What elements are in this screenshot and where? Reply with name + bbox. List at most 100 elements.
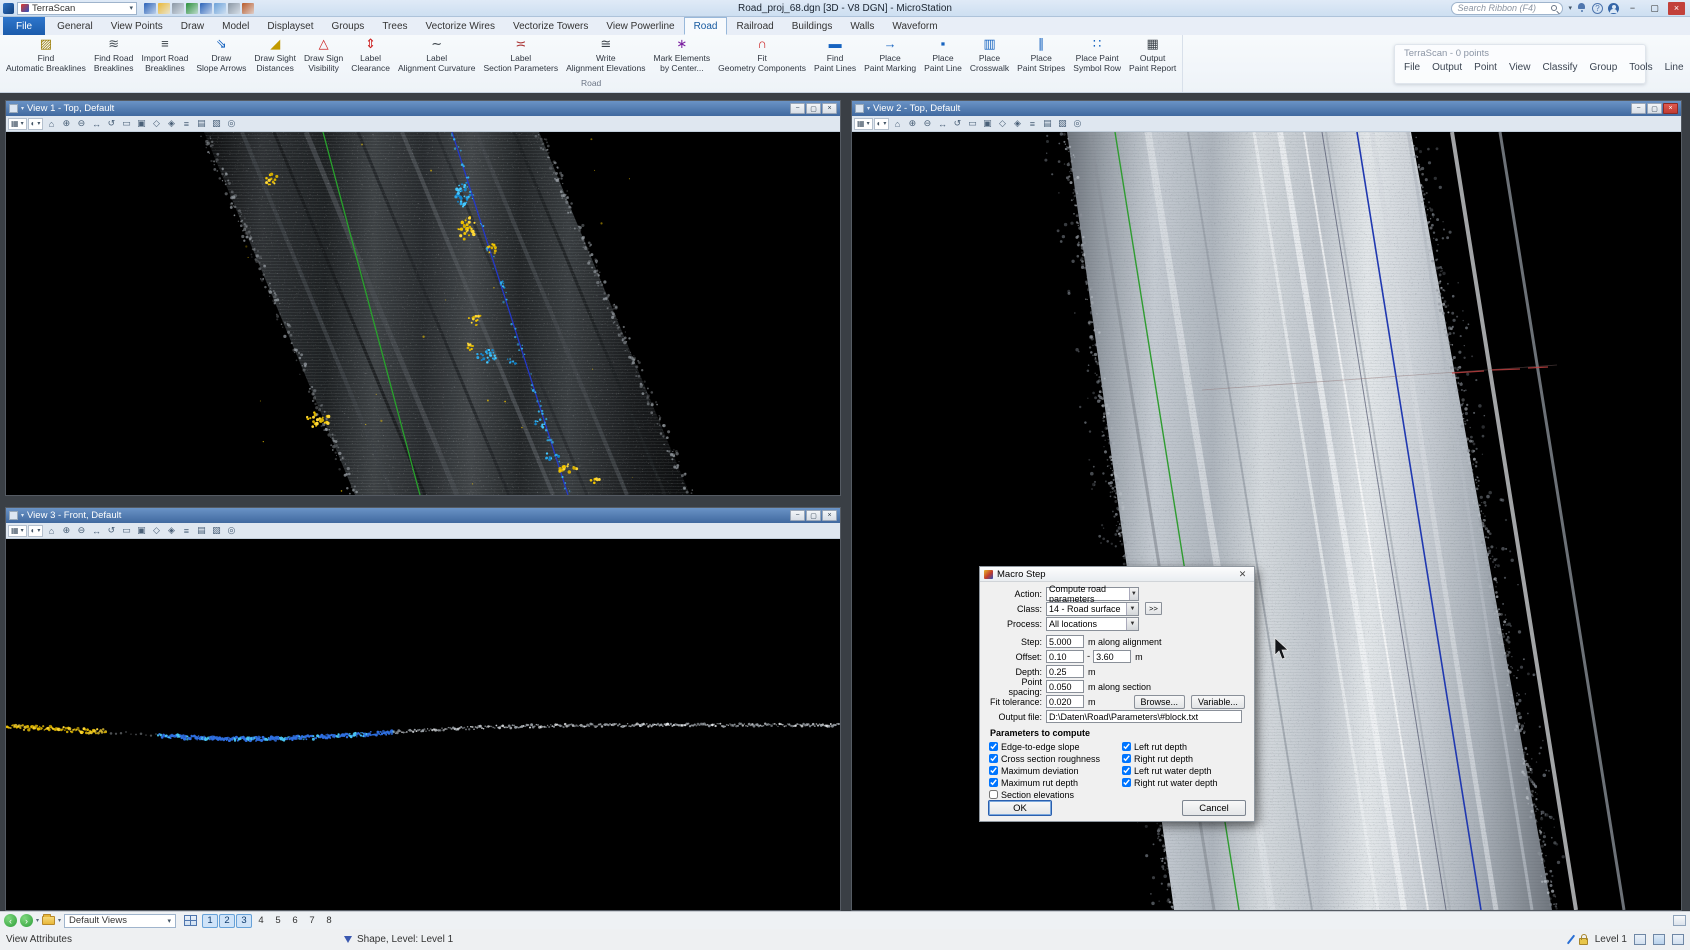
class-more-button[interactable]: >> — [1145, 602, 1162, 615]
view-close-button[interactable]: × — [822, 510, 837, 521]
tab-file[interactable]: File — [3, 17, 45, 35]
home-view-icon[interactable]: ⌂ — [44, 524, 58, 537]
home-view-icon[interactable]: ⌂ — [890, 117, 904, 130]
display-style-combo[interactable]: ◐▾ — [28, 118, 44, 130]
app-logo-icon[interactable] — [3, 3, 14, 14]
tab-road[interactable]: Road — [684, 17, 728, 35]
open-icon[interactable] — [158, 3, 170, 14]
view-attributes-combo[interactable]: ▦▾ — [854, 118, 873, 130]
clip-volume-icon[interactable]: ▧ — [209, 117, 223, 130]
point-spacing-input[interactable]: 0.050 — [1046, 680, 1084, 693]
offset-max-input[interactable]: 3.60 — [1093, 650, 1131, 663]
view-toggle-1[interactable]: 1 — [202, 914, 218, 928]
tab-waveform[interactable]: Waveform — [883, 17, 946, 35]
recent-icon[interactable] — [242, 3, 254, 14]
tool-output-paint-report[interactable]: ▦OutputPaint Report — [1125, 35, 1180, 81]
app-menu-combo[interactable]: TerraScan ▾ — [17, 2, 137, 15]
checkbox-left-rut-water-depth[interactable]: Left rut water depth — [1121, 765, 1218, 776]
dialog-close-icon[interactable]: ✕ — [1235, 569, 1250, 580]
camera-icon[interactable]: ◎ — [224, 524, 238, 537]
tab-draw[interactable]: Draw — [172, 17, 213, 35]
home-view-icon[interactable]: ⌂ — [44, 117, 58, 130]
tab-vectorize-towers[interactable]: Vectorize Towers — [504, 17, 597, 35]
tool-draw-sign-visibility[interactable]: △Draw SignVisibility — [300, 35, 347, 81]
view-menu-icon[interactable] — [9, 104, 18, 113]
status-grid-icon[interactable] — [1672, 934, 1684, 945]
view-toggle-8[interactable]: 8 — [321, 914, 337, 928]
pan-icon[interactable]: ↔ — [89, 524, 103, 537]
terrascan-menu-line[interactable]: Line — [1665, 62, 1684, 73]
view-minimize-button[interactable]: − — [1631, 103, 1646, 114]
checkbox-right-rut-depth[interactable]: Right rut depth — [1121, 753, 1218, 764]
tab-general[interactable]: General — [48, 17, 102, 35]
terrascan-menu-file[interactable]: File — [1404, 62, 1420, 73]
redo-icon[interactable] — [214, 3, 226, 14]
view2-canvas[interactable] — [852, 132, 1681, 910]
checkbox-cross-section-roughness[interactable]: Cross section roughness — [988, 753, 1121, 764]
tab-railroad[interactable]: Railroad — [727, 17, 782, 35]
tool-place-paint-stripes[interactable]: ∥PlacePaint Stripes — [1013, 35, 1069, 81]
checkbox-right-rut-water-depth[interactable]: Right rut water depth — [1121, 777, 1218, 788]
tool-draw-slope-arrows[interactable]: ⇘DrawSlope Arrows — [192, 35, 250, 81]
undo-icon[interactable] — [200, 3, 212, 14]
view-next-icon[interactable]: ◈ — [1010, 117, 1024, 130]
edit-icon[interactable] — [1567, 935, 1575, 945]
view-attributes-combo[interactable]: ▦▾ — [8, 118, 27, 130]
view-toggle-6[interactable]: 6 — [287, 914, 303, 928]
tab-trees[interactable]: Trees — [373, 17, 416, 35]
view-grid-icon[interactable] — [184, 915, 197, 926]
notifications-icon[interactable] — [1577, 3, 1587, 13]
process-select[interactable]: All locations▼ — [1046, 617, 1139, 631]
view1-titlebar[interactable]: ▾ View 1 - Top, Default − ▢ × — [6, 101, 840, 116]
variable-button[interactable]: Variable... — [1191, 695, 1245, 709]
tool-label-section-parameters[interactable]: ≍LabelSection Parameters — [479, 35, 562, 81]
checkbox-input[interactable] — [1122, 754, 1131, 763]
tool-fit-geometry-components[interactable]: ∩FitGeometry Components — [714, 35, 810, 81]
view-toggle-5[interactable]: 5 — [270, 914, 286, 928]
view-previous-icon[interactable]: ◇ — [149, 524, 163, 537]
view-list-icon[interactable]: ≡ — [179, 524, 193, 537]
display-style-combo[interactable]: ◐▾ — [28, 525, 44, 537]
zoom-in-icon[interactable]: ⊕ — [905, 117, 919, 130]
view-toggle-7[interactable]: 7 — [304, 914, 320, 928]
camera-icon[interactable]: ◎ — [1070, 117, 1084, 130]
help-icon[interactable]: ? — [1592, 3, 1603, 14]
view1-canvas[interactable] — [6, 132, 840, 495]
copy-view-icon[interactable]: ▤ — [194, 117, 208, 130]
terrascan-menu-classify[interactable]: Classify — [1542, 62, 1577, 73]
window-area-icon[interactable]: ▣ — [134, 117, 148, 130]
view-previous-icon[interactable]: ◇ — [149, 117, 163, 130]
clip-volume-icon[interactable]: ▧ — [209, 524, 223, 537]
checkbox-section-elevations[interactable]: Section elevations — [988, 789, 1121, 800]
checkbox-input[interactable] — [1122, 778, 1131, 787]
window-area-icon[interactable]: ▣ — [980, 117, 994, 130]
window-area-icon[interactable]: ▣ — [134, 524, 148, 537]
zoom-out-icon[interactable]: ⊖ — [74, 117, 88, 130]
chevron-down-icon[interactable]: ▾ — [1568, 4, 1572, 12]
forward-button[interactable]: › — [20, 914, 33, 927]
display-style-combo[interactable]: ◐▾ — [874, 118, 890, 130]
step-input[interactable]: 5.000 — [1046, 635, 1084, 648]
chevron-down-icon[interactable]: ▾ — [58, 917, 61, 924]
fit-view-icon[interactable]: ▭ — [965, 117, 979, 130]
search-input[interactable]: Search Ribbon (F4) — [1451, 2, 1563, 15]
camera-icon[interactable]: ◎ — [224, 117, 238, 130]
terrascan-menu-group[interactable]: Group — [1589, 62, 1617, 73]
checkbox-input[interactable] — [1122, 766, 1131, 775]
rotate-view-icon[interactable]: ↺ — [104, 117, 118, 130]
tools-icon[interactable] — [228, 3, 240, 14]
checkbox-input[interactable] — [1122, 742, 1131, 751]
restore-button[interactable]: ▢ — [1646, 2, 1663, 15]
lock-icon[interactable] — [1579, 938, 1588, 945]
terrascan-menu-output[interactable]: Output — [1432, 62, 1462, 73]
snap-mode-icon[interactable] — [1653, 934, 1665, 945]
output-file-input[interactable]: D:\Daten\Road\Parameters\#block.txt — [1046, 710, 1242, 723]
view2-titlebar[interactable]: ▾ View 2 - Top, Default − ▢ × — [852, 101, 1681, 116]
checkbox-input[interactable] — [989, 790, 998, 799]
pan-icon[interactable]: ↔ — [89, 117, 103, 130]
checkbox-input[interactable] — [989, 754, 998, 763]
checkbox-left-rut-depth[interactable]: Left rut depth — [1121, 741, 1218, 752]
active-level-label[interactable]: Level 1 — [1595, 934, 1627, 945]
tool-draw-sight-distances[interactable]: ◢Draw SightDistances — [250, 35, 300, 81]
close-button[interactable]: × — [1668, 2, 1685, 15]
